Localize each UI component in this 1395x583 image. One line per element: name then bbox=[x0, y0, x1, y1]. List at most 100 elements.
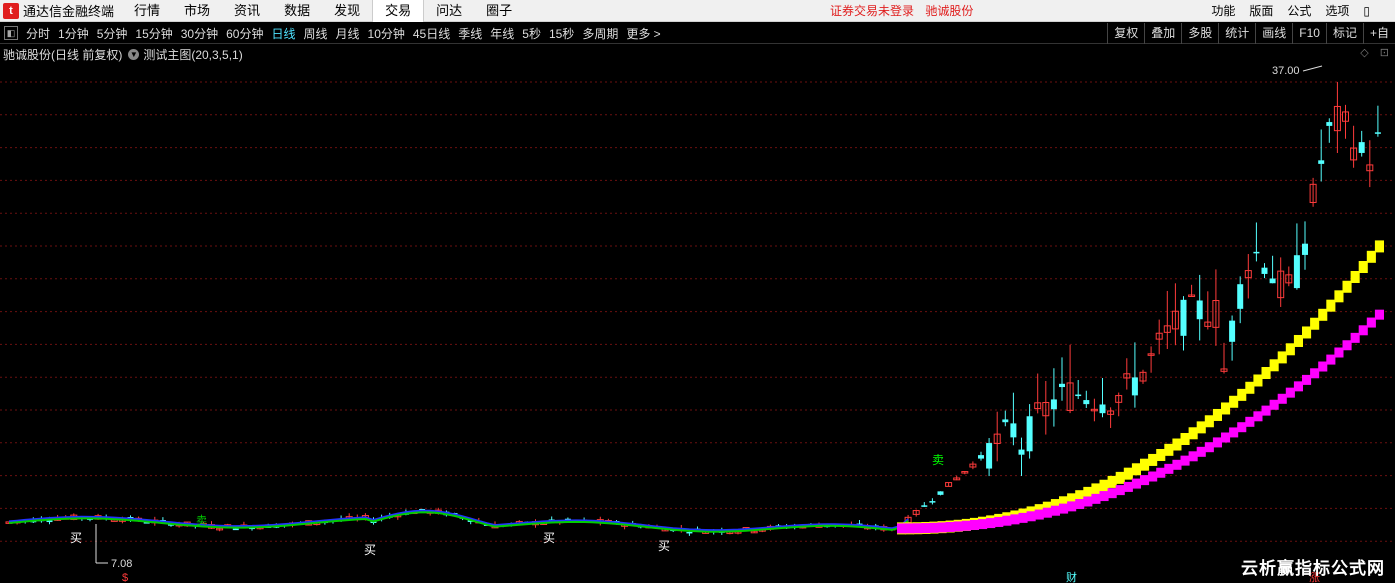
menu-faxian[interactable]: 发现 bbox=[322, 0, 372, 22]
kline-chart[interactable]: 37.00 7.08 买 买 买 买 卖 卖 $ 财 涨 bbox=[0, 63, 1395, 583]
magenta-trend-band bbox=[1350, 332, 1360, 343]
yellow-trend-band bbox=[1302, 326, 1312, 339]
diejia-button[interactable]: 叠加 bbox=[1144, 23, 1181, 44]
yellow-trend-band bbox=[1164, 443, 1174, 456]
f10-button[interactable]: F10 bbox=[1292, 23, 1326, 44]
period-10min[interactable]: 10分钟 bbox=[364, 25, 409, 42]
trade-notice[interactable]: 证券交易未登录 驰诚股份 bbox=[830, 0, 981, 22]
period-45day[interactable]: 45日线 bbox=[409, 25, 454, 42]
magenta-trend-band bbox=[1342, 340, 1352, 351]
panel-menu-icon[interactable]: ⊡ bbox=[1380, 47, 1389, 59]
yellow-trend-band bbox=[1188, 427, 1198, 440]
watermark: 云析赢指标公式网 bbox=[1241, 559, 1385, 578]
menu-banmian[interactable]: 版面 bbox=[1242, 0, 1280, 22]
window-icon[interactable]: ▯ bbox=[1356, 0, 1377, 22]
period-5sec[interactable]: 5秒 bbox=[518, 25, 545, 42]
magenta-trend-band bbox=[913, 523, 923, 534]
period-quarterly[interactable]: 季线 bbox=[454, 25, 486, 42]
candle-body bbox=[1358, 142, 1365, 153]
magenta-trend-band bbox=[1148, 471, 1158, 482]
fuquan-button[interactable]: 复权 bbox=[1107, 23, 1144, 44]
yellow-trend-band bbox=[1293, 334, 1303, 347]
magenta-trend-band bbox=[1107, 488, 1117, 499]
period-multi[interactable]: 多周期 bbox=[578, 25, 622, 42]
yellow-trend-band bbox=[1123, 467, 1133, 480]
magenta-trend-band bbox=[1229, 427, 1239, 438]
diamond-icon[interactable]: ◇ bbox=[1360, 47, 1368, 59]
duogu-button[interactable]: 多股 bbox=[1181, 23, 1218, 44]
menu-zixun[interactable]: 资讯 bbox=[222, 0, 272, 22]
magenta-trend-band bbox=[1204, 442, 1214, 453]
buy-signal-1: 买 bbox=[70, 531, 82, 545]
panel-toggle-icon[interactable]: ◧ bbox=[4, 26, 18, 40]
magenta-trend-band bbox=[1156, 467, 1166, 478]
current-stock-name: 驰诚股份 bbox=[925, 4, 974, 18]
magenta-trend-band bbox=[1261, 405, 1271, 416]
yellow-trend-band bbox=[1342, 280, 1352, 293]
menu-gongshi[interactable]: 公式 bbox=[1280, 0, 1318, 22]
menu-hangqing[interactable]: 行情 bbox=[122, 0, 172, 22]
yellow-trend-band bbox=[1310, 317, 1320, 330]
yellow-trend-band bbox=[1099, 479, 1109, 492]
trade-login-status[interactable]: 证券交易未登录 bbox=[830, 4, 914, 18]
magenta-trend-band bbox=[897, 523, 907, 534]
magenta-trend-band bbox=[1010, 514, 1020, 525]
period-60min[interactable]: 60分钟 bbox=[222, 25, 267, 42]
magenta-trend-band bbox=[1212, 437, 1222, 448]
tongji-button[interactable]: 统计 bbox=[1218, 23, 1255, 44]
period-1min[interactable]: 1分钟 bbox=[54, 25, 93, 42]
yellow-trend-band bbox=[1253, 374, 1263, 387]
period-30min[interactable]: 30分钟 bbox=[177, 25, 222, 42]
period-5min[interactable]: 5分钟 bbox=[93, 25, 132, 42]
candle-body bbox=[1099, 404, 1106, 414]
magenta-trend-band bbox=[945, 521, 955, 532]
yellow-trend-band bbox=[1172, 438, 1182, 451]
yellow-trend-band bbox=[1148, 453, 1158, 466]
magenta-trend-band bbox=[1075, 498, 1085, 509]
candle-body bbox=[1269, 278, 1276, 284]
menu-wenda[interactable]: 问达 bbox=[424, 0, 474, 22]
candle-body bbox=[929, 501, 936, 503]
yellow-trend-band bbox=[1261, 366, 1271, 379]
candle-body bbox=[1326, 122, 1333, 126]
yellow-trend-band bbox=[1115, 471, 1125, 484]
chart-info-bar: 驰诚股份(日线 前复权) ▼ 测试主图(20,3,5,1) bbox=[0, 45, 1395, 63]
formula-label[interactable]: 测试主图(20,3,5,1) bbox=[143, 46, 242, 63]
period-15sec[interactable]: 15秒 bbox=[545, 25, 578, 42]
yellow-trend-band bbox=[1285, 343, 1295, 356]
menu-quanzi[interactable]: 圈子 bbox=[474, 0, 524, 22]
menu-bar: t 通达信金融终端 行情 市场 资讯 数据 发现 交易 问达 圈子 证券交易未登… bbox=[0, 0, 1395, 22]
magenta-trend-band bbox=[1253, 411, 1263, 422]
menu-jiaoyi[interactable]: 交易 bbox=[372, 0, 425, 22]
magenta-trend-band bbox=[1269, 399, 1279, 410]
menu-gongneng[interactable]: 功能 bbox=[1204, 0, 1242, 22]
menu-right: 功能 版面 公式 选项 ▯ bbox=[1204, 0, 1377, 22]
period-15min[interactable]: 15分钟 bbox=[131, 25, 176, 42]
candle-body bbox=[937, 491, 944, 495]
add-custom-button[interactable]: +自 bbox=[1362, 23, 1395, 44]
yellow-trend-band bbox=[1212, 408, 1222, 421]
formula-dropdown-icon[interactable]: ▼ bbox=[128, 48, 140, 60]
magenta-trend-band bbox=[929, 522, 939, 533]
candle-body bbox=[1050, 399, 1057, 410]
magenta-trend-band bbox=[1067, 501, 1077, 512]
period-fenshi[interactable]: 分时 bbox=[22, 25, 54, 42]
candle-body bbox=[978, 455, 984, 459]
buy-signal-2: 买 bbox=[364, 543, 376, 557]
app-logo-icon: t bbox=[3, 2, 19, 19]
chart-labels: 37.00 7.08 买 买 买 买 卖 卖 $ 财 涨 bbox=[70, 65, 1320, 583]
candle-body bbox=[1261, 267, 1268, 274]
biaoji-button[interactable]: 标记 bbox=[1325, 23, 1363, 44]
period-monthly[interactable]: 月线 bbox=[332, 25, 364, 42]
menu-shichang[interactable]: 市场 bbox=[172, 0, 222, 22]
moving-average-lines bbox=[8, 65, 1384, 564]
period-weekly[interactable]: 周线 bbox=[299, 25, 331, 42]
period-daily[interactable]: 日线 bbox=[267, 25, 299, 42]
period-yearly[interactable]: 年线 bbox=[486, 25, 518, 42]
period-more[interactable]: 更多 > bbox=[622, 25, 664, 42]
magenta-trend-band bbox=[1099, 491, 1109, 502]
menu-xuanxiang[interactable]: 选项 bbox=[1318, 0, 1356, 22]
huaxian-button[interactable]: 画线 bbox=[1255, 23, 1292, 44]
menu-shuju[interactable]: 数据 bbox=[272, 0, 322, 22]
yellow-trend-band bbox=[1237, 388, 1247, 401]
